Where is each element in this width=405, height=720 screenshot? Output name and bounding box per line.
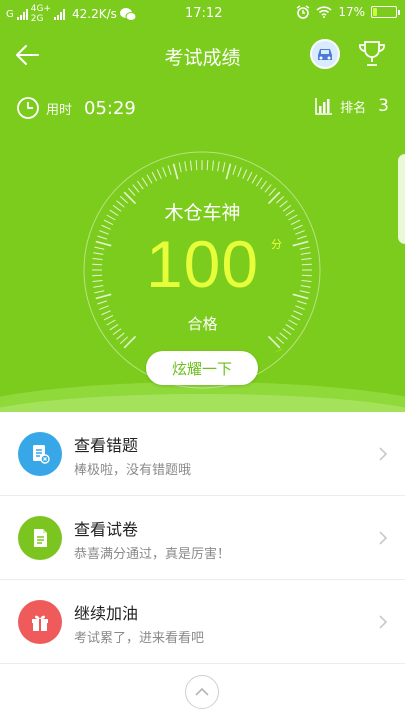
item-title: 查看试卷 xyxy=(74,520,139,539)
carrier-label: G xyxy=(6,8,14,20)
gauge-tick xyxy=(206,160,209,171)
gauge-title: 木仓车神 xyxy=(164,202,241,224)
gauge-tick xyxy=(128,187,136,197)
clock: 17:12 xyxy=(185,6,223,21)
item-title: 查看错题 xyxy=(74,436,139,455)
network-speed: 42.2K/s xyxy=(72,7,117,21)
ranking[interactable]: 排名 3 xyxy=(314,96,389,116)
gauge-tick xyxy=(211,160,214,171)
rank-label: 排名 xyxy=(340,100,367,116)
network-type-top: 4G+ xyxy=(30,4,51,14)
chevron-right-icon xyxy=(379,531,388,545)
wrong-questions-icon xyxy=(18,432,62,476)
gauge-tick xyxy=(296,300,307,305)
gauge-tick xyxy=(119,336,129,344)
gauge-tick xyxy=(99,305,109,310)
gauge-tick xyxy=(162,167,167,177)
gauge-tick xyxy=(184,161,187,172)
gauge-tick xyxy=(295,305,305,310)
gauge-tick xyxy=(195,160,198,171)
alarm-icon xyxy=(296,5,310,19)
gauge-tick xyxy=(146,174,153,184)
item-subtitle: 恭喜满分通过，真是厉害！ xyxy=(74,547,231,562)
chevron-right-icon xyxy=(379,615,388,629)
gauge-tick xyxy=(132,184,140,193)
wifi-icon xyxy=(316,6,332,18)
trophy-button[interactable] xyxy=(356,38,388,70)
signal-icon-2 xyxy=(54,8,65,20)
trophy-icon xyxy=(359,41,385,66)
time-value: 05:29 xyxy=(84,97,136,119)
item-subtitle: 考试累了，进来看看吧 xyxy=(74,631,205,646)
list-item-wrong-questions[interactable]: 查看错题 棒极啦，没有错题哦 xyxy=(0,412,405,496)
score-unit: 分 xyxy=(271,238,282,251)
gauge-tick xyxy=(167,165,172,176)
gauge-tick xyxy=(264,184,272,193)
battery-percent: 17% xyxy=(338,5,365,19)
time-used: 用时 05:29 xyxy=(16,96,136,120)
wechat-icon xyxy=(119,7,136,21)
gauge-tick xyxy=(232,165,237,176)
list-item-exam-paper[interactable]: 查看试卷 恭喜满分通过，真是厉害！ xyxy=(0,496,405,580)
score-value: 100 xyxy=(145,227,260,301)
gauge-tick xyxy=(136,180,144,190)
gauge-tick xyxy=(141,177,148,187)
gauge-tick xyxy=(256,177,263,187)
rank-value: 3 xyxy=(378,96,389,116)
gauge-tick xyxy=(237,167,242,177)
gauge-tick xyxy=(178,162,182,173)
gauge-tick xyxy=(260,180,268,190)
page-title: 考试成绩 xyxy=(164,47,241,69)
gauge-tick xyxy=(151,171,158,182)
chevron-right-icon xyxy=(379,447,388,461)
bar-chart-icon xyxy=(315,98,333,115)
network-type-bottom: 2G xyxy=(30,14,44,24)
gauge-tick xyxy=(268,187,276,197)
gauge-tick xyxy=(251,174,258,184)
gauge-tick xyxy=(225,163,232,180)
gauge-tick xyxy=(97,300,108,305)
gift-icon xyxy=(18,600,62,644)
battery-icon xyxy=(371,6,400,18)
gauge-tick xyxy=(246,171,253,182)
signal-icon xyxy=(16,8,28,20)
status-bar: G 4G+ 2G 42.2K/s 17:12 17% xyxy=(0,0,405,28)
time-label: 用时 xyxy=(46,102,73,118)
gauge-tick xyxy=(275,336,285,344)
scroll-up-button[interactable] xyxy=(185,675,219,709)
chevron-up-icon xyxy=(195,687,209,696)
gauge-tick xyxy=(156,169,162,179)
title-bar: 考试成绩 xyxy=(0,30,405,80)
gauge-tick xyxy=(172,163,179,180)
share-button[interactable]: 炫耀一下 xyxy=(146,351,258,385)
car-button[interactable] xyxy=(310,39,340,69)
exam-paper-icon xyxy=(18,516,62,560)
item-title: 继续加油 xyxy=(74,604,139,623)
clock-icon xyxy=(17,97,39,119)
gauge-tick xyxy=(217,161,220,172)
gauge-tick xyxy=(222,162,226,173)
action-list: 查看错题 棒极啦，没有错题哦 查看试卷 恭喜满分通过，真是厉害！ 继续加油 考试… xyxy=(0,412,405,664)
gauge-tick xyxy=(190,160,193,171)
list-item-keep-going[interactable]: 继续加油 考试累了，进来看看吧 xyxy=(0,580,405,664)
item-subtitle: 棒极啦，没有错题哦 xyxy=(74,463,192,478)
gauge-pointer xyxy=(272,348,283,353)
car-icon xyxy=(318,49,332,60)
gauge-tick xyxy=(242,169,248,179)
result-label: 合格 xyxy=(187,315,218,333)
